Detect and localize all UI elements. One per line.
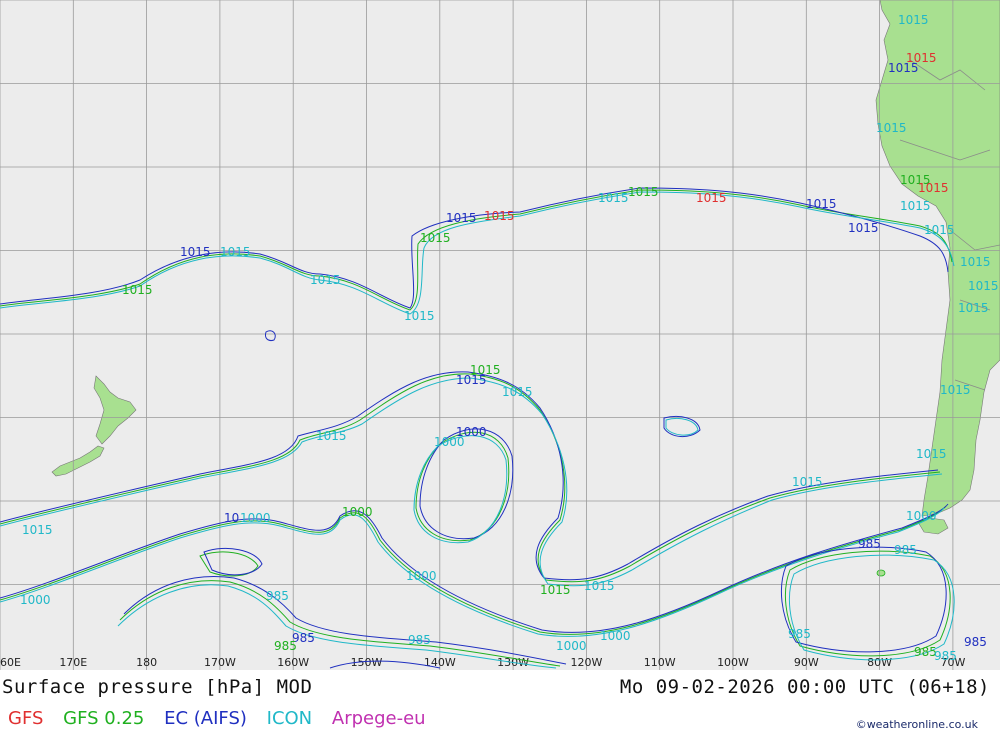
longitude-label: 110W <box>644 656 676 669</box>
isobar-label: 1015 <box>310 273 341 287</box>
isobar-label: 1015 <box>420 231 451 245</box>
isobar-label: 1015 <box>180 245 211 259</box>
longitude-label: 60E <box>0 656 21 669</box>
isobar-label: 1015 <box>918 181 949 195</box>
longitude-label: 180 <box>136 656 157 669</box>
isobar-label: 1015 <box>916 447 947 461</box>
isobar-label: 1015 <box>584 579 615 593</box>
isobar-label: 1015 <box>876 121 907 135</box>
isobar-label: 985 <box>408 633 431 647</box>
isobar-label: 1015 <box>792 475 823 489</box>
isobar-label: 1015 <box>22 523 53 537</box>
longitude-label: 100W <box>717 656 749 669</box>
isobar-label: 1015 <box>540 583 571 597</box>
island <box>876 569 886 577</box>
isobar-label: 1015 <box>446 211 477 225</box>
credit-link[interactable]: ©weatheronline.co.uk <box>856 718 978 731</box>
forecast-datetime: Mo 09-02-2026 00:00 UTC (06+18) <box>619 676 990 698</box>
isobar-label: 1015 <box>628 185 659 199</box>
isobar-label: 1000 <box>556 639 587 653</box>
isobar-label: 1015 <box>960 255 991 269</box>
isobar-label: 1000 <box>906 509 937 523</box>
isobar-label: 985 <box>934 649 957 663</box>
legend-icon[interactable]: ICON <box>267 708 313 729</box>
isobar-label: 985 <box>266 589 289 603</box>
legend-ec-aifs[interactable]: EC (AIFS) <box>164 708 247 729</box>
isobar-label: 1000 <box>600 629 631 643</box>
isobar-label: 1015 <box>898 13 929 27</box>
isobar-label: 1000 <box>434 435 465 449</box>
map-footer: Surface pressure [hPa] MOD Mo 09-02-2026… <box>0 670 1000 733</box>
isobar-label: 985 <box>858 537 881 551</box>
longitude-label: 160W <box>277 656 309 669</box>
legend-gfs[interactable]: GFS <box>8 708 43 729</box>
longitude-label: 170E <box>59 656 87 669</box>
isobar-label: 1015 <box>924 223 955 237</box>
isobar-label: 1000 <box>240 511 271 525</box>
longitude-label: 170W <box>204 656 236 669</box>
ocean-area <box>0 0 1000 670</box>
isobar-label: 1000 <box>20 593 51 607</box>
isobar-label: 1015 <box>696 191 727 205</box>
isobar-label: 1015 <box>806 197 837 211</box>
map-title: Surface pressure [hPa] MOD <box>2 676 313 698</box>
isobar-label: 985 <box>274 639 297 653</box>
isobar-label: 985 <box>964 635 987 649</box>
isobar-label: 1015 <box>598 191 629 205</box>
isobar-label: 985 <box>894 543 917 557</box>
isobar-label: 1015 <box>122 283 153 297</box>
isobar-label: 1015 <box>900 199 931 213</box>
longitude-label: 140W <box>424 656 456 669</box>
map-canvas: 60E 170E 180 170W 160W 150W 140W 130W 120W 110W 10… <box>0 0 1000 670</box>
isobar-label: 1000 <box>342 505 373 519</box>
surface-pressure-map: 60E 170E 180 170W 160W 150W 140W 130W 120W 110W 10… <box>0 0 1000 670</box>
isobar-label: 985 <box>788 627 811 641</box>
longitude-label: 120W <box>570 656 602 669</box>
legend-arpege-eu[interactable]: Arpege-eu <box>332 708 426 729</box>
longitude-label: 90W <box>794 656 819 669</box>
longitude-label: 80W <box>867 656 892 669</box>
isobar-label: 1015 <box>502 385 533 399</box>
weather-map-screen: 60E 170E 180 170W 160W 150W 140W 130W 120W 110W 10… <box>0 0 1000 733</box>
isobar-label: 1015 <box>484 209 515 223</box>
isobar-label: 1000 <box>406 569 437 583</box>
isobar-label: 1015 <box>968 279 999 293</box>
isobar-label: 1015 <box>958 301 989 315</box>
isobar-label: 1015 <box>456 373 487 387</box>
isobar-label: 1015 <box>220 245 251 259</box>
isobar-label: 1015 <box>848 221 879 235</box>
isobar-label: 1015 <box>940 383 971 397</box>
legend-gfs-025[interactable]: GFS 0.25 <box>63 708 144 729</box>
isobar-label: 1015 <box>888 61 919 75</box>
isobar-label: 1015 <box>316 429 347 443</box>
model-legend: GFS GFS 0.25 EC (AIFS) ICON Arpege-eu <box>8 708 440 729</box>
isobar-label: 10 <box>224 511 239 525</box>
isobar-label: 1015 <box>404 309 435 323</box>
